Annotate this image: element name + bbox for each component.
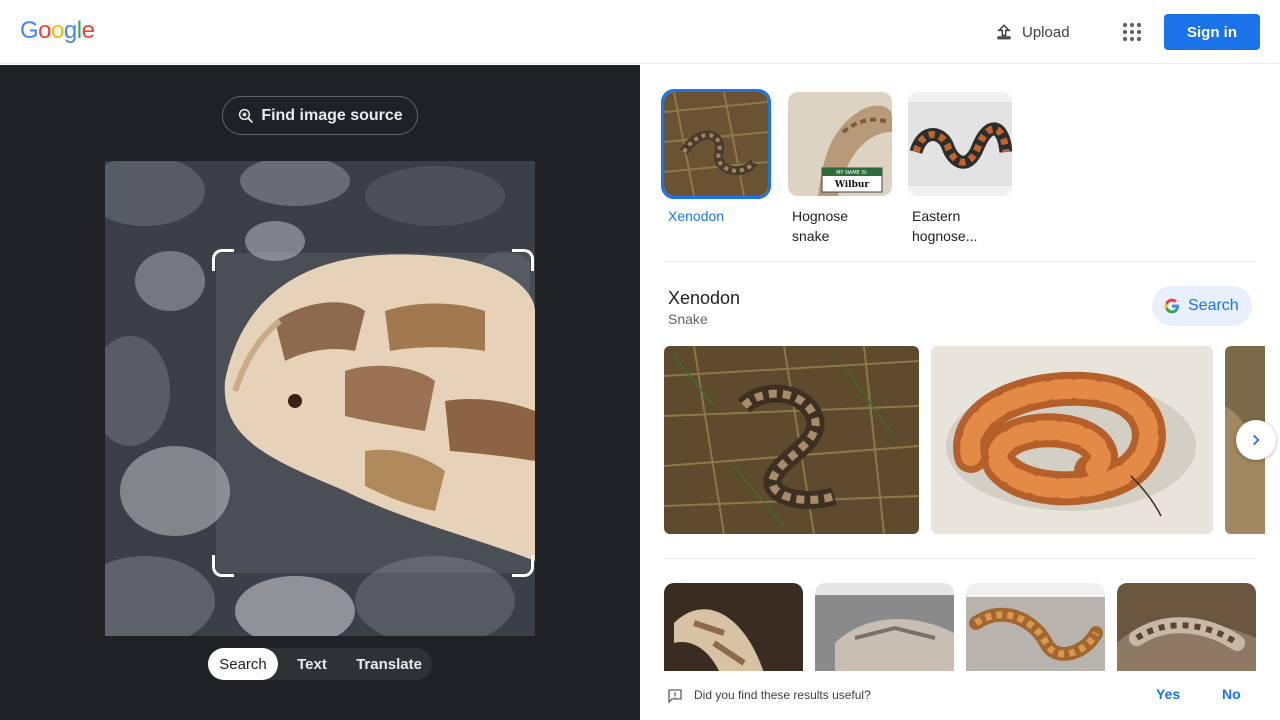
result-image-thumb[interactable]: [815, 583, 954, 683]
result-image-grass-snake[interactable]: [664, 346, 919, 534]
logo-letter: g: [63, 17, 77, 44]
result-image-orange-snake[interactable]: [931, 346, 1213, 534]
result-image-thumb[interactable]: [664, 583, 803, 683]
upload-icon: [997, 24, 1011, 40]
crop-handle-top-right[interactable]: [512, 249, 534, 271]
logo-letter: e: [81, 17, 95, 44]
lens-search-icon: [239, 108, 254, 123]
entity-subtitle: Snake: [668, 311, 708, 327]
entity-search-label: Search: [1188, 297, 1239, 314]
find-image-source-label: Find image source: [261, 106, 403, 124]
logo-letter: o: [38, 17, 52, 44]
result-image-thumb[interactable]: [1117, 583, 1256, 683]
tab-translate[interactable]: Translate: [346, 648, 432, 680]
related-result-label: Xenodon: [668, 208, 725, 224]
tab-text[interactable]: Text: [278, 648, 346, 680]
related-result-image: [661, 89, 771, 199]
related-result-image: [908, 92, 1012, 196]
feedback-bar: Did you find these results useful? Yes N…: [640, 671, 1280, 720]
related-result-eastern-hognose[interactable]: Eastern hognose...: [908, 92, 1012, 246]
feedback-question: Did you find these results useful?: [694, 688, 871, 702]
section-divider: [664, 558, 1256, 559]
wilbur-tag-top: MY NAME IS:: [836, 170, 868, 176]
wilbur-tag-name: Wilbur: [834, 180, 870, 190]
tab-search[interactable]: Search: [208, 648, 278, 680]
result-image-thumb[interactable]: [966, 583, 1105, 683]
crop-selection-box[interactable]: [212, 249, 534, 577]
google-logo[interactable]: Google: [20, 17, 95, 45]
logo-letter: o: [51, 17, 64, 44]
related-result-xenodon[interactable]: Xenodon: [661, 89, 771, 226]
chevron-right-icon: [1253, 434, 1260, 446]
related-result-hognose-snake[interactable]: MY NAME IS: Wilbur Hognose snake: [788, 92, 892, 246]
upload-button[interactable]: Upload: [984, 12, 1080, 52]
related-result-label: Eastern hognose...: [912, 208, 978, 244]
related-result-label: Hognose snake: [792, 208, 849, 244]
feedback-no-button[interactable]: No: [1222, 686, 1241, 702]
google-g-icon: [1164, 298, 1179, 314]
entity-search-button[interactable]: Search: [1152, 286, 1252, 326]
results-panel: Xenodon MY NAME IS: Wilbur Hognose snake: [640, 65, 1280, 720]
crop-handle-bottom-left[interactable]: [212, 555, 234, 577]
sign-in-button[interactable]: Sign in: [1164, 14, 1260, 50]
crop-handle-top-left[interactable]: [212, 249, 234, 271]
apps-grid-button[interactable]: [1114, 14, 1150, 50]
crop-handle-bottom-right[interactable]: [512, 555, 534, 577]
find-image-source-button[interactable]: Find image source: [222, 96, 418, 135]
logo-letter: G: [20, 17, 39, 44]
carousel-next-button[interactable]: [1236, 420, 1276, 460]
top-bar: Google Upload Sign in: [0, 0, 1280, 64]
section-divider: [664, 261, 1256, 262]
feedback-icon: [668, 689, 682, 704]
upload-label: Upload: [1022, 23, 1070, 41]
feedback-yes-button[interactable]: Yes: [1156, 686, 1180, 702]
lens-image-panel: Find image source Search Text Translate: [0, 65, 640, 720]
apps-grid-icon: [1122, 22, 1142, 42]
entity-title: Xenodon: [668, 288, 741, 308]
related-result-image: MY NAME IS: Wilbur: [788, 92, 892, 196]
lens-mode-tabs: Search Text Translate: [208, 648, 432, 680]
